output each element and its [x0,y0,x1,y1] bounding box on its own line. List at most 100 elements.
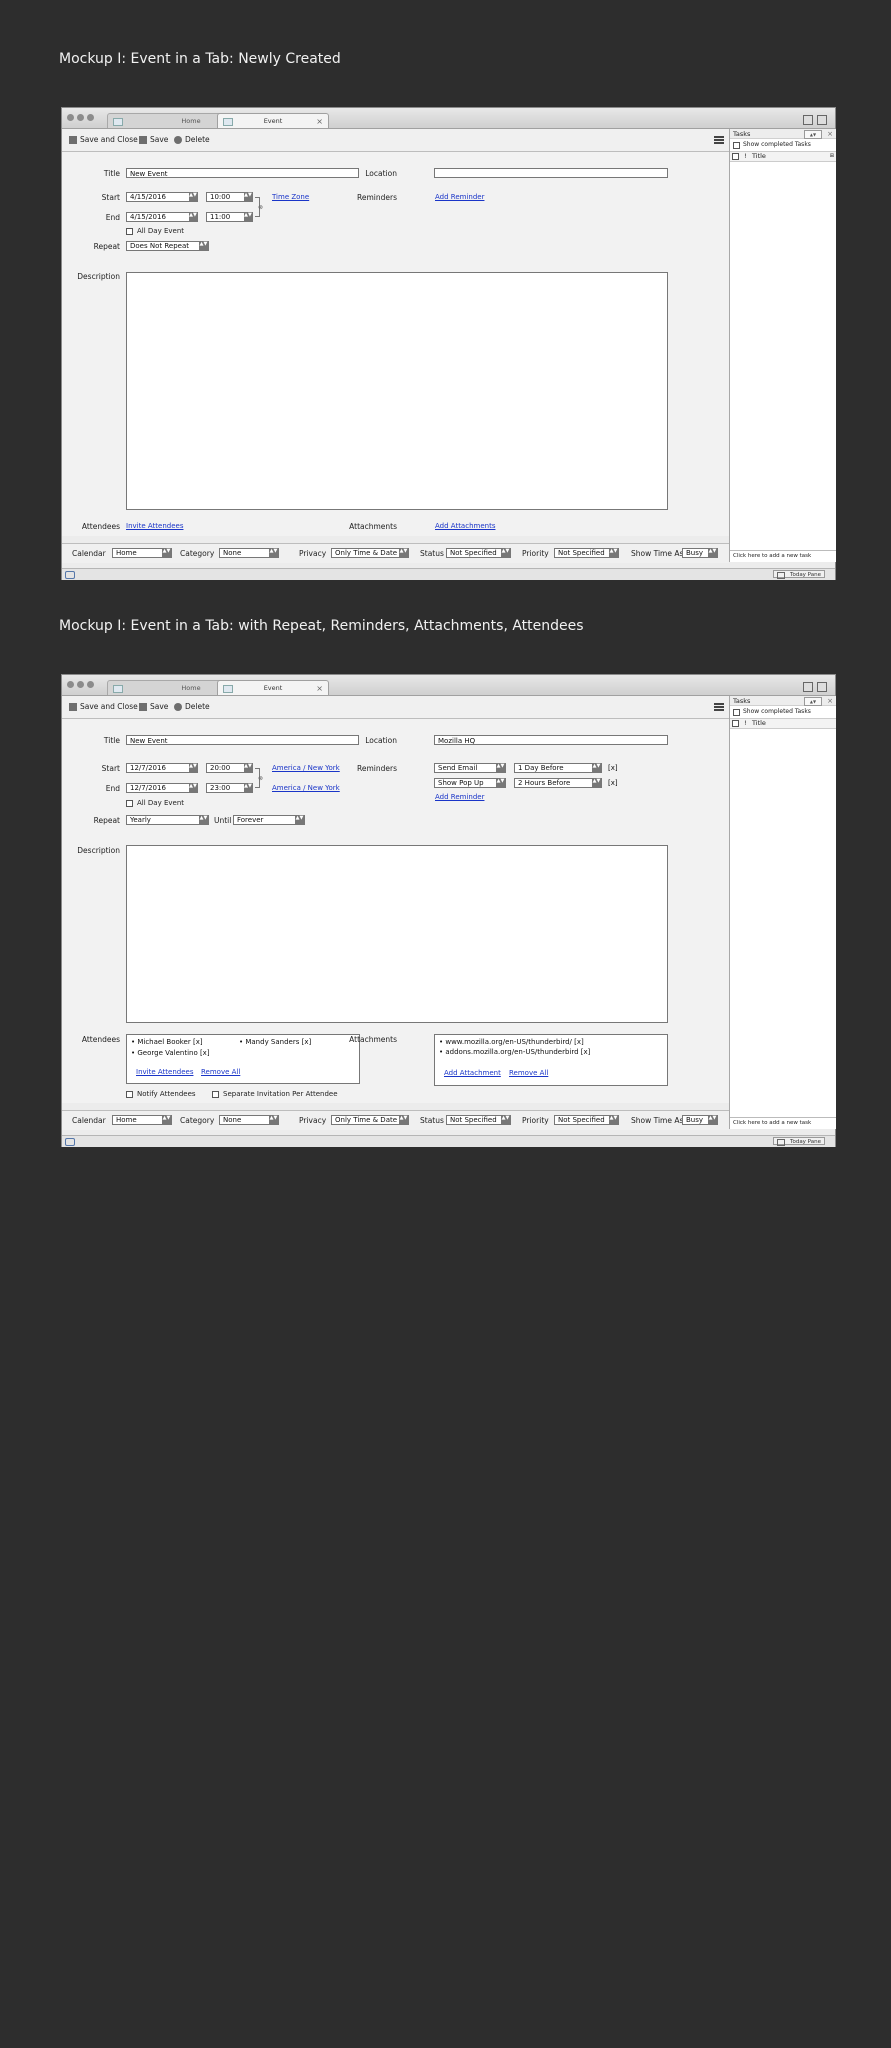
calendar-select[interactable]: Home ▲▼ [112,548,172,558]
save-close-button[interactable]: Save and Close [69,702,138,711]
priority-select[interactable]: Not Specified ▲▼ [554,548,619,558]
time-zone-link[interactable]: Time Zone [272,193,309,201]
dropdown-icon[interactable]: ▲▼ [269,549,278,557]
new-task-input[interactable]: Click here to add a new task [730,550,836,560]
invite-attendees-link[interactable]: Invite Attendees [136,1068,193,1076]
tab-event[interactable]: Event × [217,680,329,695]
minimize-window-button[interactable] [77,681,84,688]
completed-column-icon[interactable] [732,153,739,160]
completed-column-icon[interactable] [732,720,739,727]
category-select[interactable]: None ▲▼ [219,548,279,558]
tasks-view-icon[interactable] [817,115,827,125]
show-time-as-select[interactable]: Busy ▲▼ [682,548,718,558]
delete-button[interactable]: Delete [174,135,210,144]
dropdown-icon[interactable]: ▲▼ [592,764,601,772]
end-date-picker[interactable]: 12/7/2016 ▲▼ [126,783,198,793]
status-select[interactable]: Not Specified ▲▼ [446,548,511,558]
calendar-view-icon[interactable] [803,115,813,125]
chain-link-icon[interactable]: ⊗ [258,204,263,211]
attachment-item[interactable]: • addons.mozilla.org/en-US/thunderbird [… [439,1048,590,1056]
dropdown-icon[interactable]: ▲▼ [399,549,408,557]
status-select[interactable]: Not Specified ▲▼ [446,1115,511,1125]
pane-switch-icon[interactable]: ▲▼ [804,130,822,139]
chain-link-icon[interactable]: ⊗ [258,775,263,782]
reminder-2-when-select[interactable]: 2 Hours Before ▲▼ [514,778,602,788]
new-task-input[interactable]: Click here to add a new task [730,1117,836,1127]
attendee-item[interactable]: • Mandy Sanders [x] [239,1038,311,1046]
title-input[interactable]: New Event [126,168,359,178]
start-time-picker[interactable]: 20:00 ▲▼ [206,763,253,773]
remove-reminder-2[interactable]: [x] [608,779,618,787]
dropdown-icon[interactable]: ▲▼ [199,242,208,250]
today-pane-button[interactable]: Today Pane [773,570,825,579]
all-day-checkbox[interactable] [126,800,133,807]
dropdown-icon[interactable]: ▲▼ [496,779,505,787]
show-time-as-select[interactable]: Busy ▲▼ [682,1115,718,1125]
title-column[interactable]: Title [752,719,766,728]
category-select[interactable]: None ▲▼ [219,1115,279,1125]
online-status-icon[interactable] [65,571,75,579]
notify-attendees-checkbox[interactable] [126,1091,133,1098]
dropdown-icon[interactable]: ▲▼ [708,549,717,557]
add-reminder-link[interactable]: Add Reminder [435,193,484,201]
spinner-icon[interactable]: ▲▼ [244,784,252,792]
end-time-picker[interactable]: 11:00 ▲▼ [206,212,253,222]
dropdown-icon[interactable]: ▲▼ [609,549,618,557]
tasks-view-icon[interactable] [817,682,827,692]
dropdown-icon[interactable]: ▲▼ [399,1116,408,1124]
today-pane-button[interactable]: Today Pane [773,1137,825,1146]
dropdown-icon[interactable]: ▲▼ [609,1116,618,1124]
spinner-icon[interactable]: ▲▼ [189,784,197,792]
remove-reminder-1[interactable]: [x] [608,764,618,772]
close-pane-icon[interactable]: × [827,696,833,706]
spinner-icon[interactable]: ▲▼ [189,193,197,201]
remove-all-attendees-link[interactable]: Remove All [201,1068,240,1076]
description-textarea[interactable] [126,272,668,510]
dropdown-icon[interactable]: ▲▼ [501,549,510,557]
reminder-2-type-select[interactable]: Show Pop Up ▲▼ [434,778,506,788]
zoom-window-button[interactable] [87,681,94,688]
attendee-item[interactable]: • Michael Booker [x] [131,1038,203,1046]
title-input[interactable]: New Event [126,735,359,745]
calendar-view-icon[interactable] [803,682,813,692]
attendee-item[interactable]: • George Valentino [x] [131,1049,210,1057]
save-button[interactable]: Save [139,702,168,711]
save-close-button[interactable]: Save and Close [69,135,138,144]
hamburger-menu-icon[interactable] [714,136,724,144]
end-date-picker[interactable]: 4/15/2016 ▲▼ [126,212,198,222]
repeat-select[interactable]: Yearly ▲▼ [126,815,209,825]
invite-attendees-link[interactable]: Invite Attendees [126,522,183,530]
close-tab-icon[interactable]: × [316,681,323,696]
privacy-select[interactable]: Only Time & Date ▲▼ [331,548,409,558]
reminder-1-when-select[interactable]: 1 Day Before ▲▼ [514,763,602,773]
dropdown-icon[interactable]: ▲▼ [162,549,171,557]
calendar-select[interactable]: Home ▲▼ [112,1115,172,1125]
remove-all-attachments-link[interactable]: Remove All [509,1069,548,1077]
location-input[interactable] [434,168,668,178]
dropdown-icon[interactable]: ▲▼ [501,1116,510,1124]
add-attachment-link[interactable]: Add Attachment [444,1069,501,1077]
separate-invitation-checkbox[interactable] [212,1091,219,1098]
start-time-picker[interactable]: 10:00 ▲▼ [206,192,253,202]
end-time-picker[interactable]: 23:00 ▲▼ [206,783,253,793]
priority-select[interactable]: Not Specified ▲▼ [554,1115,619,1125]
priority-column-icon[interactable]: ! [744,152,747,161]
delete-button[interactable]: Delete [174,702,210,711]
end-timezone-link[interactable]: America / New York [272,784,340,792]
dropdown-icon[interactable]: ▲▼ [496,764,505,772]
start-date-picker[interactable]: 4/15/2016 ▲▼ [126,192,198,202]
attachment-item[interactable]: • www.mozilla.org/en-US/thunderbird/ [x] [439,1038,584,1046]
tab-event[interactable]: Event × [217,113,329,128]
spinner-icon[interactable]: ▲▼ [244,764,252,772]
privacy-select[interactable]: Only Time & Date ▲▼ [331,1115,409,1125]
start-timezone-link[interactable]: America / New York [272,764,340,772]
dropdown-icon[interactable]: ▲▼ [708,1116,717,1124]
all-day-checkbox[interactable] [126,228,133,235]
dropdown-icon[interactable]: ▲▼ [199,816,208,824]
location-input[interactable]: Mozilla HQ [434,735,668,745]
pane-switch-icon[interactable]: ▲▼ [804,697,822,706]
title-column[interactable]: Title [752,152,766,161]
add-attachments-link[interactable]: Add Attachments [435,522,495,530]
start-date-picker[interactable]: 12/7/2016 ▲▼ [126,763,198,773]
spinner-icon[interactable]: ▲▼ [244,213,252,221]
